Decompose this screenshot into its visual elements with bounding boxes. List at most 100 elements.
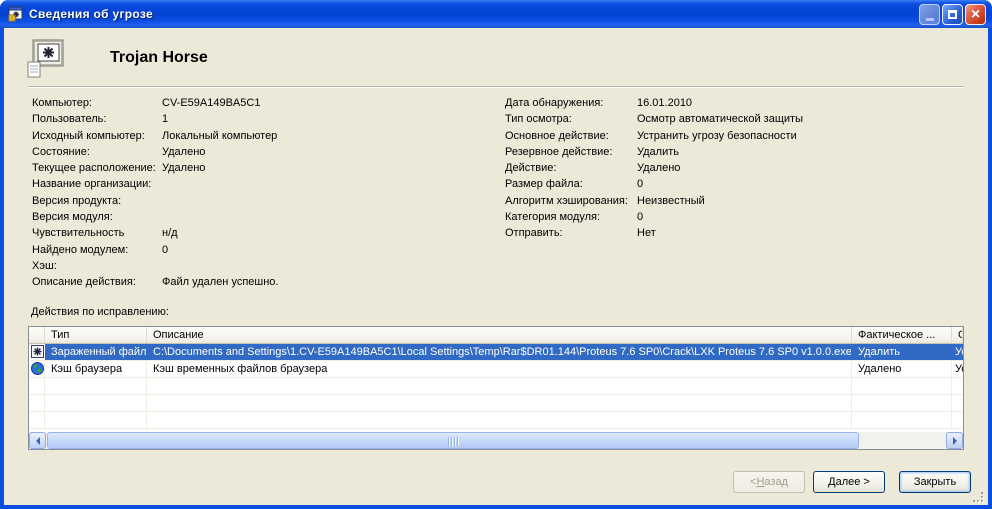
scroll-left-icon xyxy=(32,437,40,445)
close-dialog-button[interactable]: Закрыть xyxy=(899,471,971,493)
detail-row: Алгоритм хэширования: Неизвестный xyxy=(505,195,965,211)
detail-label: Описание действия: xyxy=(32,276,162,292)
detail-label: Исходный компьютер: xyxy=(32,130,162,146)
detail-label: Компьютер: xyxy=(32,97,162,113)
detail-value: Неизвестный xyxy=(637,195,965,211)
horizontal-scrollbar[interactable] xyxy=(29,432,963,449)
detail-value xyxy=(162,260,482,276)
scrollbar-thumb[interactable] xyxy=(47,432,859,449)
detail-value: CV-E59A149BA5C1 xyxy=(162,97,482,113)
detail-label: Алгоритм хэширования: xyxy=(505,195,637,211)
row-type: Кэш браузера xyxy=(45,361,147,377)
next-label-rest: алее > xyxy=(836,476,870,488)
resize-grip[interactable] xyxy=(972,491,985,504)
row-type-icon xyxy=(31,366,44,377)
row-type-icon xyxy=(31,349,44,360)
detail-label: Резервное действие: xyxy=(505,146,637,162)
detail-row: Найдено модулем: 0 xyxy=(32,244,482,260)
detail-label: Размер файла: xyxy=(505,178,637,194)
detail-label: Дата обнаружения: xyxy=(505,97,637,113)
detail-value: Удалено xyxy=(637,162,965,178)
scroll-left-button[interactable] xyxy=(29,432,46,449)
detail-value xyxy=(162,178,482,194)
detail-label: Тип осмотра: xyxy=(505,113,637,129)
detail-label: Основное действие: xyxy=(505,130,637,146)
detail-label: Чувствительность xyxy=(32,227,162,243)
detail-value: 0 xyxy=(637,211,965,227)
scroll-right-button[interactable] xyxy=(946,432,963,449)
detail-value xyxy=(162,211,482,227)
minimize-button[interactable] xyxy=(919,4,940,25)
table-row[interactable]: Кэш браузера Кэш временных файлов браузе… xyxy=(29,361,963,378)
detail-row: Категория модуля: 0 xyxy=(505,211,965,227)
detail-row: Версия модуля: xyxy=(32,211,482,227)
detail-row: Основное действие: Устранить угрозу безо… xyxy=(505,130,965,146)
detail-row: Компьютер: CV-E59A149BA5C1 xyxy=(32,97,482,113)
back-label-rest: азад xyxy=(764,476,788,488)
detail-label: Категория модуля: xyxy=(505,211,637,227)
detail-row: Отправить: Нет xyxy=(505,227,965,243)
detail-value: Осмотр автоматической защиты xyxy=(637,113,965,129)
row-actual-action: Удалено xyxy=(852,361,952,377)
remediation-table: Тип Описание Фактическое ... Со... xyxy=(28,326,964,450)
detail-row: Текущее расположение: Удалено xyxy=(32,162,482,178)
detail-row: Исходный компьютер: Локальный компьютер xyxy=(32,130,482,146)
close-button[interactable]: × xyxy=(965,4,986,25)
close-icon: × xyxy=(971,7,980,23)
detail-row: Дата обнаружения: 16.01.2010 xyxy=(505,97,965,113)
detail-row: Описание действия: Файл удален успешно. xyxy=(32,276,482,292)
row-actual-action: Удалить xyxy=(852,344,952,360)
detail-value: н/д xyxy=(162,227,482,243)
infected-file-icon xyxy=(31,345,44,358)
title-bar[interactable]: Сведения об угрозе × xyxy=(0,0,992,28)
browser-cache-icon xyxy=(31,362,44,375)
column-header-actual[interactable]: Фактическое ... xyxy=(852,327,952,343)
separator xyxy=(28,86,964,88)
detail-label: Действие: xyxy=(505,162,637,178)
detail-label: Найдено модулем: xyxy=(32,244,162,260)
threat-icon xyxy=(26,38,66,80)
detail-label: Версия модуля: xyxy=(32,211,162,227)
column-header-icon[interactable] xyxy=(29,327,45,343)
table-row[interactable]: Зараженный файл C:\Documents and Setting… xyxy=(29,344,963,361)
back-label-accesskey: Н xyxy=(756,476,764,488)
table-empty-area xyxy=(29,378,963,430)
threat-name: Trojan Horse xyxy=(110,49,208,67)
detail-row: Пользователь: 1 xyxy=(32,113,482,129)
detail-value: 1 xyxy=(162,113,482,129)
detail-row: Версия продукта: xyxy=(32,195,482,211)
threat-details-window: Сведения об угрозе × Trojan Horse Компь xyxy=(0,0,992,509)
column-header-type[interactable]: Тип xyxy=(45,327,147,343)
column-header-description[interactable]: Описание xyxy=(147,327,852,343)
details-left-column: Компьютер: CV-E59A149BA5C1 Пользователь:… xyxy=(32,97,482,293)
detail-row: Резервное действие: Удалить xyxy=(505,146,965,162)
window-title: Сведения об угрозе xyxy=(29,7,153,21)
next-button[interactable]: Далее > xyxy=(813,471,885,493)
details-right-column: Дата обнаружения: 16.01.2010 Тип осмотра… xyxy=(505,97,965,244)
remediation-section-label: Действия по исправлению: xyxy=(31,306,169,318)
detail-row: Действие: Удалено xyxy=(505,162,965,178)
detail-value: Локальный компьютер xyxy=(162,130,482,146)
detail-value: Удалить xyxy=(637,146,965,162)
dialog-body: Trojan Horse Компьютер: CV-E59A149BA5C1 … xyxy=(4,28,988,505)
column-header-state[interactable]: Со... xyxy=(952,327,963,343)
detail-label: Хэш: xyxy=(32,260,162,276)
detail-value: Нет xyxy=(637,227,965,243)
detail-value: Файл удален успешно. xyxy=(162,276,482,292)
row-description: Кэш временных файлов браузера xyxy=(147,361,852,377)
maximize-button[interactable] xyxy=(942,4,963,25)
detail-row: Чувствительность н/д xyxy=(32,227,482,243)
detail-label: Название организации: xyxy=(32,178,162,194)
detail-row: Хэш: xyxy=(32,260,482,276)
detail-value: 16.01.2010 xyxy=(637,97,965,113)
detail-row: Тип осмотра: Осмотр автоматической защит… xyxy=(505,113,965,129)
back-button[interactable]: < Назад xyxy=(733,471,805,493)
detail-value: Устранить угрозу безопасности xyxy=(637,130,965,146)
window-controls: × xyxy=(919,4,986,25)
detail-label: Пользователь: xyxy=(32,113,162,129)
detail-value: 0 xyxy=(637,178,965,194)
minimize-icon xyxy=(926,18,934,21)
app-icon xyxy=(8,6,24,22)
row-state: Ус xyxy=(952,361,963,377)
detail-label: Состояние: xyxy=(32,146,162,162)
